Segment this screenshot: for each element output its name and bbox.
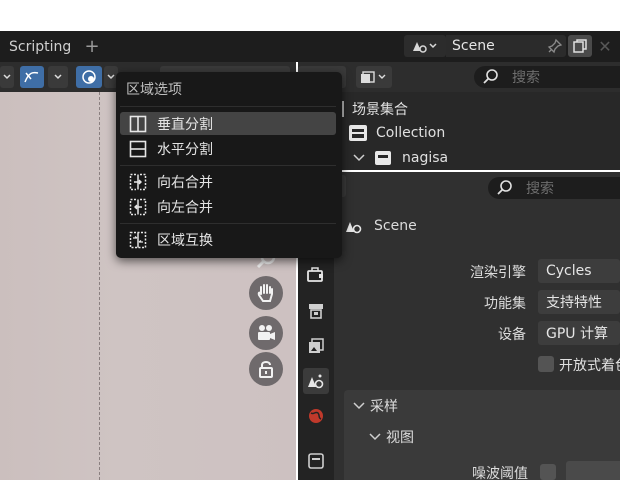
outliner-object-row[interactable]: nagisa (352, 146, 620, 170)
chevron-down-icon (369, 433, 381, 441)
device-dropdown[interactable]: GPU 计算 (538, 321, 620, 345)
properties-context-breadcrumb: Scene (344, 214, 464, 238)
world-properties-tab-icon[interactable] (303, 403, 329, 429)
noise-threshold-checkbox[interactable] (540, 464, 556, 480)
pan-hand-icon[interactable] (249, 276, 283, 310)
menu-item-join-right[interactable]: 向右合并 (120, 170, 336, 193)
collection-properties-tab-icon[interactable] (303, 448, 329, 474)
chevron-down-icon (107, 74, 115, 80)
outliner-object-label: nagisa (402, 150, 449, 166)
outliner-search-input[interactable]: 搜索 (474, 66, 620, 88)
scene-selector-button[interactable] (404, 35, 446, 57)
outliner-collection-row[interactable]: Collection (348, 121, 620, 145)
lock-camera-icon[interactable] (249, 352, 283, 386)
new-scene-button[interactable] (568, 35, 592, 57)
menu-item-swap-areas[interactable]: 区域互换 (120, 228, 336, 251)
menu-item-label: 向右合并 (157, 174, 213, 191)
noise-threshold-field[interactable] (566, 461, 620, 480)
gizmo-icon (24, 71, 39, 83)
search-icon (497, 180, 512, 195)
collection-icon (349, 125, 367, 141)
open-shading-checkbox[interactable] (538, 356, 554, 372)
menu-divider (120, 106, 336, 107)
outliner-collection-label: Collection (376, 125, 446, 141)
join-left-icon (129, 198, 147, 216)
scene-properties-tab-icon[interactable] (303, 368, 329, 394)
overlays-icon (82, 70, 96, 84)
delete-scene-button[interactable]: ✕ (594, 35, 616, 57)
area-options-menu-title: 区域选项 (126, 82, 182, 98)
sampling-panel-header[interactable]: 采样 (352, 396, 552, 416)
chevron-down-icon (353, 402, 365, 410)
open-shading-label: 开放式着色 (559, 358, 620, 374)
outliner-root-label: 场景集合 (352, 102, 408, 118)
menu-item-label: 垂直分割 (157, 116, 213, 133)
chevron-down-icon (54, 74, 62, 80)
properties-search-placeholder: 搜索 (526, 181, 554, 197)
feature-set-dropdown[interactable]: 支持特性 (538, 290, 620, 314)
show-overlays-toggle[interactable] (76, 66, 102, 88)
workspace-tab-scripting[interactable]: Scripting (0, 31, 78, 62)
menu-divider (120, 165, 336, 166)
show-gizmo-toggle[interactable] (20, 66, 44, 88)
menu-item-label: 水平分割 (157, 141, 213, 158)
noise-threshold-label: 噪波阈值 (472, 466, 528, 482)
split-vertical-icon (129, 115, 147, 133)
properties-context-label: Scene (374, 218, 417, 234)
device-label: 设备 (498, 327, 526, 343)
outliner-scene-collection-row[interactable]: 场景集合 (342, 97, 542, 121)
view-layer-properties-tab-icon[interactable] (303, 333, 329, 359)
properties-search-input[interactable]: 搜索 (488, 177, 620, 199)
scene-icon (346, 222, 362, 234)
add-workspace-button[interactable]: + (82, 33, 102, 59)
render-engine-label: 渲染引擎 (470, 265, 526, 281)
chevron-down-icon (3, 74, 11, 80)
menu-item-join-left[interactable]: 向左合并 (120, 195, 336, 218)
menu-item-label: 向左合并 (157, 199, 213, 216)
chevron-down-icon[interactable] (352, 152, 366, 164)
pin-icon[interactable] (545, 36, 565, 56)
join-right-icon (129, 173, 147, 191)
viewport-subpanel-title: 视图 (386, 430, 414, 446)
copy-icon (573, 39, 587, 53)
viewport-mode-dropdown[interactable] (0, 66, 14, 88)
viewport-subpanel-header[interactable]: 视图 (368, 427, 568, 447)
menu-item-vertical-split[interactable]: 垂直分割 (120, 112, 336, 135)
menu-item-label: 区域互换 (157, 232, 213, 249)
scene-icon (413, 42, 437, 53)
sampling-panel-title: 采样 (370, 399, 398, 415)
camera-view-icon[interactable] (249, 316, 283, 350)
outliner-search-placeholder: 搜索 (512, 70, 540, 86)
outliner-display-mode-dropdown[interactable] (356, 66, 392, 88)
render-engine-dropdown[interactable]: Cycles (538, 259, 620, 283)
menu-divider (120, 223, 336, 224)
feature-set-label: 功能集 (484, 296, 526, 312)
menu-item-horizontal-split[interactable]: 水平分割 (120, 137, 336, 160)
swap-areas-icon (129, 231, 147, 249)
output-properties-tab-icon[interactable] (303, 298, 329, 324)
render-properties-tab-icon[interactable] (303, 262, 329, 288)
display-mode-icon (361, 71, 386, 83)
split-horizontal-icon (129, 140, 147, 158)
collection-icon (375, 151, 391, 165)
search-icon (483, 69, 498, 84)
gizmo-dropdown[interactable] (48, 66, 68, 88)
area-split-guide (99, 92, 100, 480)
